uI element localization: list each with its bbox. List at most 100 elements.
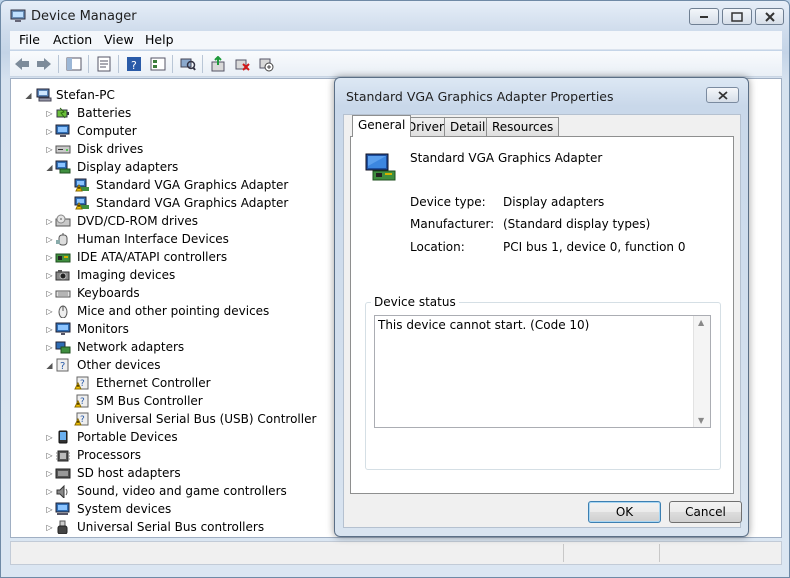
collapsed-triangle-icon[interactable]: ▷: [45, 217, 54, 226]
scan-hardware-icon[interactable]: [179, 55, 197, 73]
warning-unknown-icon: ?: [74, 412, 90, 426]
forward-icon[interactable]: [35, 55, 53, 73]
location-value: PCI bus 1, device 0, function 0: [503, 240, 686, 254]
expanded-triangle-icon[interactable]: ◢: [24, 91, 33, 100]
processor-icon: [55, 448, 71, 462]
device-status-label: Device status: [371, 295, 459, 309]
collapsed-triangle-icon[interactable]: ▷: [45, 433, 54, 442]
collapsed-triangle-icon[interactable]: ▷: [45, 505, 54, 514]
expanded-triangle-icon[interactable]: ◢: [45, 361, 54, 370]
tab-resources[interactable]: Resources: [486, 117, 560, 137]
warning-unknown-icon: ?: [74, 394, 90, 408]
tree-item-label: Imaging devices: [77, 268, 176, 282]
collapsed-triangle-icon[interactable]: ▷: [45, 127, 54, 136]
collapsed-triangle-icon[interactable]: ▷: [45, 523, 54, 532]
camera-icon: [55, 268, 71, 282]
collapsed-triangle-icon[interactable]: ▷: [45, 307, 54, 316]
device-name: Standard VGA Graphics Adapter: [410, 151, 603, 165]
tree-item-label: Processors: [77, 448, 142, 462]
collapsed-triangle-icon[interactable]: ▷: [45, 343, 54, 352]
view-icon[interactable]: [149, 55, 167, 73]
collapsed-triangle-icon[interactable]: ▷: [45, 235, 54, 244]
scroll-up-arrow-icon[interactable]: ▲: [698, 318, 704, 327]
scroll-down-arrow-icon[interactable]: ▼: [698, 416, 704, 425]
status-bar: [10, 541, 782, 565]
cancel-button[interactable]: Cancel: [669, 501, 742, 523]
title-bar[interactable]: Device Manager: [1, 1, 789, 31]
network-adapter-icon: [55, 340, 71, 354]
back-icon[interactable]: [13, 55, 31, 73]
collapsed-triangle-icon[interactable]: ▷: [45, 469, 54, 478]
tree-item-label: DVD/CD-ROM drives: [77, 214, 199, 228]
device-type-value: Display adapters: [503, 195, 605, 209]
manufacturer-value: (Standard display types): [503, 217, 651, 231]
battery-icon: [55, 106, 71, 120]
location-key: Location:: [410, 240, 465, 254]
properties-icon[interactable]: [95, 55, 113, 73]
hid-icon: [55, 232, 71, 246]
toolbar: ?: [10, 51, 782, 77]
tree-item-label: Human Interface Devices: [77, 232, 229, 246]
menu-help[interactable]: Help: [145, 32, 174, 47]
collapsed-triangle-icon[interactable]: ▷: [45, 451, 54, 460]
computer-icon: [55, 124, 71, 138]
collapsed-triangle-icon[interactable]: ▷: [45, 271, 54, 280]
tree-item-label: Mice and other pointing devices: [77, 304, 270, 318]
general-tab-panel: Standard VGA Graphics Adapter Device typ…: [350, 136, 734, 494]
system-device-icon: [55, 502, 71, 516]
update-driver-icon[interactable]: [209, 55, 227, 73]
collapsed-triangle-icon[interactable]: ▷: [45, 109, 54, 118]
disable-icon[interactable]: [257, 55, 275, 73]
window-title: Device Manager: [31, 9, 137, 24]
ide-controller-icon: [55, 250, 71, 264]
tree-item-label: System devices: [77, 502, 172, 516]
close-button[interactable]: [755, 8, 784, 25]
dialog-close-button[interactable]: [706, 87, 739, 103]
tree-item-label: SD host adapters: [77, 466, 181, 480]
device-status-group: Device status This device cannot start. …: [365, 295, 721, 470]
collapsed-triangle-icon[interactable]: ▷: [45, 487, 54, 496]
warning-display-icon: [74, 196, 90, 210]
tab-general[interactable]: General: [352, 115, 412, 137]
tree-item-label: SM Bus Controller: [96, 394, 203, 408]
warning-unknown-icon: ?: [74, 376, 90, 390]
tree-item-label: Other devices: [77, 358, 161, 372]
keyboard-icon: [55, 286, 71, 300]
device-status-textbox[interactable]: This device cannot start. (Code 10) ▲ ▼: [374, 315, 711, 428]
tree-item-label: IDE ATA/ATAPI controllers: [77, 250, 228, 264]
collapsed-triangle-icon[interactable]: ▷: [45, 325, 54, 334]
tree-item-label: Sound, video and game controllers: [77, 484, 287, 498]
menu-action[interactable]: Action: [53, 32, 92, 47]
tree-item-label: Display adapters: [77, 160, 179, 174]
computer-icon: [36, 88, 52, 102]
display-adapter-icon: [55, 160, 71, 174]
properties-dialog: Standard VGA Graphics Adapter Properties…: [334, 77, 749, 537]
collapsed-triangle-icon[interactable]: ▷: [45, 145, 54, 154]
status-scrollbar[interactable]: ▲ ▼: [693, 316, 710, 427]
tree-item-label: Standard VGA Graphics Adapter: [96, 178, 289, 192]
device-manager-window: Device Manager File Action View Help ? ◢…: [0, 0, 790, 578]
tree-item-label: Universal Serial Bus (USB) Controller: [96, 412, 317, 426]
minimize-button[interactable]: [689, 8, 719, 25]
collapsed-triangle-icon[interactable]: ▷: [45, 289, 54, 298]
uninstall-icon[interactable]: [233, 55, 251, 73]
help-icon[interactable]: ?: [125, 55, 143, 73]
menu-file[interactable]: File: [19, 32, 40, 47]
menu-view[interactable]: View: [104, 32, 134, 47]
collapsed-triangle-icon[interactable]: ▷: [45, 253, 54, 262]
sound-icon: [55, 484, 71, 500]
tree-item-label: Universal Serial Bus controllers: [77, 520, 265, 534]
svg-text:?: ?: [131, 59, 137, 72]
ok-button[interactable]: OK: [588, 501, 661, 523]
tree-item-label: Standard VGA Graphics Adapter: [96, 196, 289, 210]
expanded-triangle-icon[interactable]: ◢: [45, 163, 54, 172]
show-hide-console-tree-icon[interactable]: [65, 55, 83, 73]
tree-root-label: Stefan-PC: [56, 88, 115, 102]
menu-bar: File Action View Help: [10, 31, 782, 50]
manufacturer-key: Manufacturer:: [410, 217, 495, 231]
monitor-icon: [55, 322, 71, 336]
tree-item-label: Batteries: [77, 106, 132, 120]
tree-item-label: Computer: [77, 124, 137, 138]
mouse-icon: [55, 304, 71, 319]
maximize-button[interactable]: [722, 8, 752, 25]
